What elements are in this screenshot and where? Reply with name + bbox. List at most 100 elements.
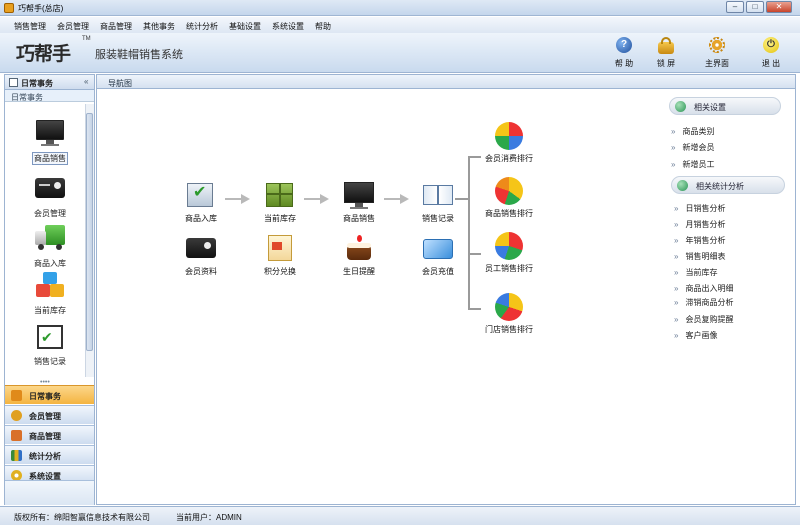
chevron-down-icon: [677, 180, 688, 191]
link-monthly-sales[interactable]: » 月销售分析: [674, 219, 725, 230]
title-bar: 巧帮手(总店) – □ ✕: [0, 0, 800, 16]
calendar-icon: [11, 390, 22, 401]
card-recharge-icon: [422, 234, 454, 264]
sidebar-scroll-thumb[interactable]: [86, 113, 93, 351]
pie-chart-icon: [493, 292, 525, 322]
sidebar-item-sales[interactable]: 商品销售: [19, 119, 81, 171]
truck-icon: [35, 225, 65, 253]
link-yearly-sales[interactable]: » 年销售分析: [674, 235, 725, 246]
menu-system-settings[interactable]: 系统设置: [272, 21, 304, 32]
node-sales[interactable]: 商品销售: [332, 181, 386, 233]
menu-other[interactable]: 其他事务: [143, 21, 175, 32]
bracket-tick: [468, 308, 481, 310]
bracket-tick: [468, 253, 481, 255]
sidebar-item-sales-records[interactable]: ✔ 销售记录: [19, 323, 81, 375]
pie-chart-icon: [493, 176, 525, 206]
status-bar: 版权所有：绵阳智赢信息技术有限公司 当前用户：ADMIN: [0, 506, 800, 525]
node-member-recharge[interactable]: 会员充值: [411, 234, 465, 286]
menu-help[interactable]: 帮助: [315, 21, 331, 32]
current-user-text: 当前用户：ADMIN: [176, 513, 242, 522]
node-current-stock[interactable]: 当前库存: [253, 181, 307, 233]
node-birthday-reminder[interactable]: 生日提醒: [332, 234, 386, 286]
link-daily-sales[interactable]: » 日销售分析: [674, 203, 725, 214]
bracket-connector: [455, 198, 469, 200]
sidebar: 日常事务 « 日常事务 商品销售 会员管理 商品入库 当前库存 ✔ 销售记录 •…: [4, 74, 95, 505]
certificate-icon: [264, 234, 296, 264]
link-product-category[interactable]: » 商品类别: [671, 126, 714, 137]
navigation-title: 导航图: [108, 79, 132, 88]
header-banner: 巧帮手 TM 服装鞋帽销售系统 ? 帮 助 锁 屏 主界面 ⏻ 退 出: [0, 33, 800, 73]
related-settings-header: 相关设置: [669, 97, 781, 115]
link-customer-profile[interactable]: » 客户画像: [674, 330, 717, 341]
link-slow-moving[interactable]: » 滞销商品分析: [674, 297, 733, 308]
related-stats-header: 相关统计分析: [671, 176, 785, 194]
accordion-goods[interactable]: 商品管理: [5, 425, 94, 444]
help-icon: ?: [616, 37, 632, 53]
node-goods-sales-rank[interactable]: 商品销售排行: [482, 176, 536, 228]
link-repurchase-reminder[interactable]: » 会员复购提醒: [674, 314, 733, 325]
node-sales-records[interactable]: 销售记录: [411, 181, 465, 233]
node-stock-in[interactable]: ✔ 商品入库: [174, 181, 228, 233]
menu-sales[interactable]: 销售管理: [14, 21, 46, 32]
accordion-stats[interactable]: 统计分析: [5, 445, 94, 464]
bracket-line: [468, 156, 470, 309]
boxes-icon: [35, 272, 65, 300]
lock-screen-button[interactable]: 锁 屏: [649, 37, 683, 71]
sidebar-section: 日常事务: [5, 90, 94, 102]
id-card-icon: [185, 234, 217, 264]
stock-in-icon: ✔: [185, 181, 217, 211]
accordion-members[interactable]: 会员管理: [5, 405, 94, 424]
window-title: 巧帮手(总店): [18, 4, 64, 13]
node-member-spending-rank[interactable]: 会员消费排行: [482, 121, 536, 173]
open-book-icon: [422, 181, 454, 211]
menu-members[interactable]: 会员管理: [57, 21, 89, 32]
flow-arrow: [304, 194, 330, 204]
node-staff-sales-rank[interactable]: 员工销售排行: [482, 231, 536, 283]
members-icon: [11, 410, 22, 421]
minimize-button[interactable]: –: [726, 1, 744, 13]
maximize-button[interactable]: □: [746, 1, 764, 13]
id-card-icon: [35, 175, 65, 203]
monitor-icon: [35, 119, 65, 147]
link-add-member[interactable]: » 新增会员: [671, 142, 714, 153]
copyright-text: 版权所有：绵阳智赢信息技术有限公司: [14, 513, 150, 522]
system-subtitle: 服装鞋帽销售系统: [95, 49, 183, 61]
sidebar-item-stock-in[interactable]: 商品入库: [19, 225, 81, 277]
sidebar-item-inventory[interactable]: 当前库存: [19, 272, 81, 324]
link-current-stock[interactable]: » 当前库存: [674, 267, 717, 278]
node-store-sales-rank[interactable]: 门店销售排行: [482, 292, 536, 344]
main-interface-button[interactable]: 主界面: [700, 37, 734, 71]
sidebar-item-members[interactable]: 会员管理: [19, 175, 81, 227]
checklist-icon: ✔: [35, 323, 65, 351]
menu-basic-settings[interactable]: 基础设置: [229, 21, 261, 32]
monitor-icon: [343, 181, 375, 211]
trademark-mark: TM: [82, 36, 91, 42]
app-icon: [4, 3, 14, 13]
pie-chart-icon: [493, 121, 525, 151]
chevron-down-icon: [675, 101, 686, 112]
stats-icon: [11, 450, 22, 461]
menu-goods[interactable]: 商品管理: [100, 21, 132, 32]
link-sales-detail[interactable]: » 销售明细表: [674, 251, 725, 262]
link-goods-in-out[interactable]: » 商品出入明细: [674, 283, 733, 294]
close-button[interactable]: ✕: [766, 1, 792, 13]
goods-icon: [11, 430, 22, 441]
menu-stats[interactable]: 统计分析: [186, 21, 218, 32]
pallet-icon: [264, 181, 296, 211]
node-points-redeem[interactable]: 积分兑换: [253, 234, 307, 286]
link-add-staff[interactable]: » 新增员工: [671, 159, 714, 170]
node-member-info[interactable]: 会员资料: [174, 234, 228, 286]
flow-arrow: [384, 194, 410, 204]
gear-icon: [709, 37, 725, 53]
menu-bar: 销售管理 会员管理 商品管理 其他事务 统计分析 基础设置 系统设置 帮助: [0, 17, 800, 33]
sidebar-header: 日常事务 «: [5, 75, 94, 90]
power-icon: ⏻: [763, 37, 779, 53]
help-button[interactable]: ? 帮 助: [607, 37, 641, 71]
exit-button[interactable]: ⏻ 退 出: [754, 37, 788, 71]
accordion-daily[interactable]: 日常事务: [5, 385, 94, 404]
notepad-icon: [9, 78, 18, 87]
collapse-button[interactable]: «: [84, 77, 88, 86]
pie-chart-icon: [493, 231, 525, 261]
brand-logo: 巧帮手: [16, 43, 71, 65]
cake-icon: [343, 234, 375, 264]
